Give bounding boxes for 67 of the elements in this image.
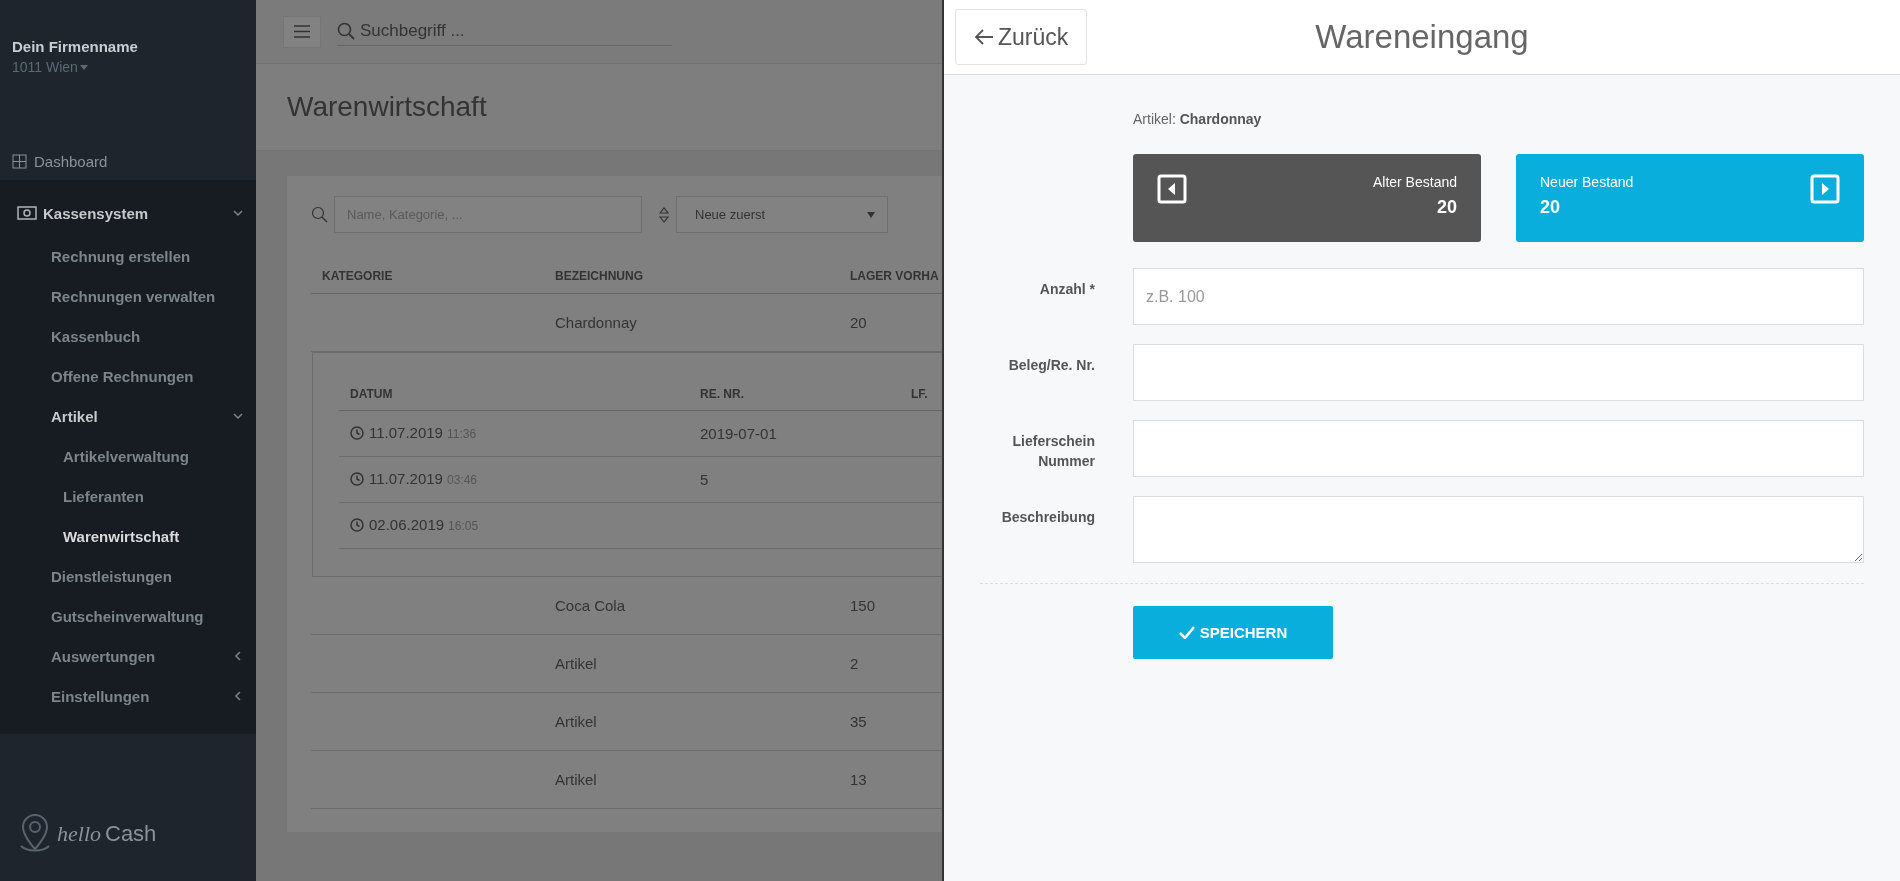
chevron-down-icon	[232, 410, 244, 422]
back-button[interactable]: Zurück	[955, 9, 1088, 65]
table-cell: Artikel	[544, 634, 839, 693]
field-label: Beleg/Re. Nr.	[1007, 356, 1095, 375]
chevron-left-icon	[232, 650, 244, 662]
table-cell: Coca Cola	[544, 577, 839, 635]
clock-icon	[350, 425, 364, 440]
sort-select[interactable]: Neue zuerst	[676, 196, 888, 233]
panel-title: Wareneingang	[1315, 18, 1529, 56]
stock-value: 20	[1436, 197, 1457, 218]
sidebar-item[interactable]: Kassenbuch	[0, 316, 256, 356]
column-header: DATUM	[339, 378, 689, 411]
input-field[interactable]: z.B. 100	[1133, 268, 1864, 325]
sidebar-item[interactable]: Rechnung erstellen	[0, 236, 256, 276]
sidebar-item[interactable]: Artikelverwaltung	[0, 436, 256, 476]
sort-icon	[658, 205, 670, 224]
menu-button[interactable]	[283, 15, 321, 48]
check-icon	[1178, 626, 1195, 639]
caret-down-icon	[867, 211, 875, 218]
page-title: Warenwirtschaft	[287, 91, 487, 123]
save-button[interactable]: SPEICHERN	[1133, 606, 1333, 659]
sidebar-item[interactable]: Artikel	[0, 396, 256, 436]
article-text: Artikel: Chardonnay	[1133, 111, 1263, 127]
sidebar-item[interactable]: Auswertungen	[0, 636, 256, 676]
location-dropdown[interactable]: 1011 Wien	[12, 59, 88, 75]
stock-value: 20	[1540, 197, 1562, 218]
sidebar-item[interactable]: Rechnungen verwalten	[0, 276, 256, 316]
column-header: RE. NR.	[689, 378, 911, 411]
grid-icon	[12, 153, 27, 169]
arrow-left-icon	[974, 28, 994, 46]
field-label: Lieferschein Nummer	[1011, 432, 1095, 471]
sidebar-item[interactable]: Offene Rechnungen	[0, 356, 256, 396]
column-header: KATEGORIE	[311, 259, 544, 294]
sidebar-item[interactable]: Gutscheinverwaltung	[0, 596, 256, 636]
stock-label: Alter Bestand	[1372, 174, 1457, 190]
caret-down-icon	[79, 64, 88, 70]
sidebar-item[interactable]: Warenwirtschaft	[0, 516, 256, 556]
table-cell: 5	[700, 471, 709, 488]
input-field[interactable]	[1133, 344, 1864, 401]
menu-icon	[294, 25, 310, 38]
company-name: Dein Firmenname	[12, 38, 138, 55]
caret-left-icon	[1157, 174, 1187, 204]
banknote-icon	[17, 206, 37, 220]
sidebar-item[interactable]: Dienstleistungen	[0, 556, 256, 596]
description-field[interactable]	[1133, 496, 1864, 563]
logo-text: hello	[57, 821, 101, 847]
search-icon	[337, 22, 355, 40]
chevron-left-icon	[232, 690, 244, 702]
field-label: Anzahl *	[1038, 280, 1095, 299]
sidebar-item[interactable]: Lieferanten	[0, 476, 256, 516]
caret-right-icon	[1810, 174, 1840, 204]
table-cell: Artikel	[544, 692, 839, 751]
search-icon	[311, 206, 328, 223]
clock-icon	[350, 517, 364, 532]
logo-text: Cash	[105, 821, 157, 847]
column-header: BEZEICHNUNG	[544, 259, 839, 294]
input-field[interactable]	[1133, 420, 1864, 477]
table-cell: Chardonnay	[544, 293, 839, 352]
table-cell: 2019-07-01	[700, 425, 777, 442]
field-label: Beschreibung	[1000, 508, 1095, 527]
sidebar-item[interactable]: Kassensystem	[0, 190, 256, 236]
stock-label: Neuer Bestand	[1540, 174, 1634, 190]
chevron-down-icon	[232, 207, 244, 219]
sidebar-item[interactable]: Einstellungen	[0, 676, 256, 716]
sidebar-item[interactable]: Dashboard	[0, 142, 256, 180]
clock-icon	[350, 471, 364, 486]
table-cell: Artikel	[544, 750, 839, 809]
